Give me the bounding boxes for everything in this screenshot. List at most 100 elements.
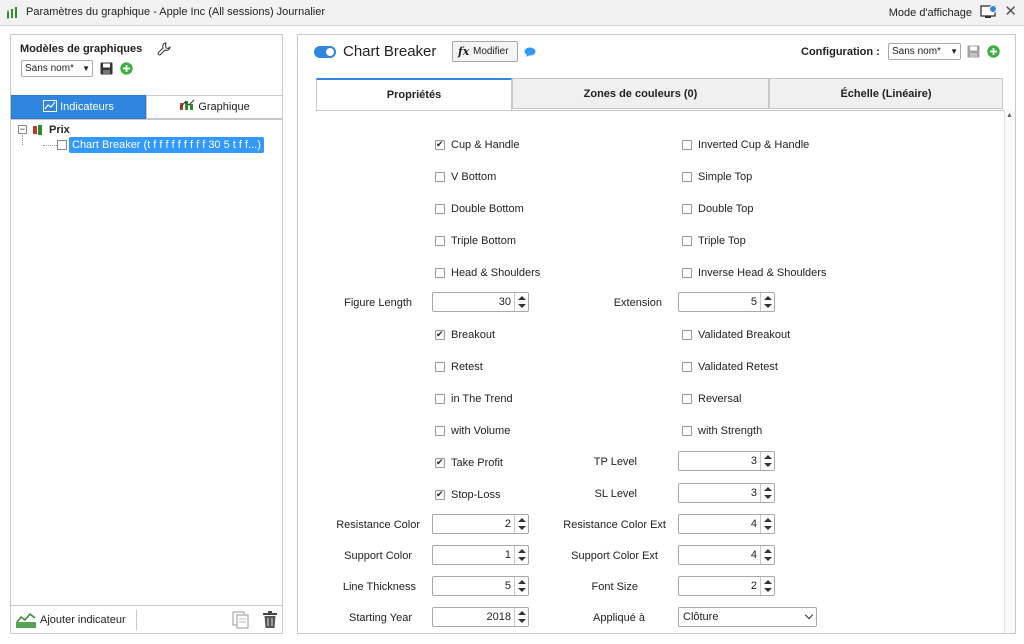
checkbox-label: Simple Top (698, 171, 753, 183)
checkbox-label: Retest (451, 361, 483, 373)
checkbox-box[interactable] (682, 140, 692, 150)
display-mode-icon[interactable] (980, 4, 998, 21)
tree-root-price[interactable]: Prix (49, 124, 70, 136)
tab-color-zones-label: Zones de couleurs (0) (583, 88, 698, 100)
spin-down-icon[interactable] (518, 619, 526, 623)
checkbox-box[interactable] (435, 362, 445, 372)
spin-up-icon[interactable] (518, 580, 526, 584)
tp-level-input[interactable]: 3 (678, 451, 775, 471)
spin-down-icon[interactable] (764, 557, 772, 561)
checkbox-box[interactable] (435, 236, 445, 246)
chat-bubble-icon[interactable] (524, 47, 536, 57)
spin-up-icon[interactable] (518, 611, 526, 615)
checkbox-box[interactable] (435, 139, 445, 150)
close-icon[interactable]: ✕ (1004, 4, 1017, 20)
add-indicator-button[interactable]: Ajouter indicateur (40, 614, 126, 626)
add-indicator-icon[interactable] (16, 612, 36, 628)
checkbox-box[interactable] (682, 426, 692, 436)
extension-label: Extension (613, 297, 662, 309)
copy-icon[interactable] (232, 611, 250, 629)
resistance-color-ext-input[interactable]: 4 (678, 514, 775, 534)
spin-down-icon[interactable] (764, 463, 772, 467)
checkbox-box[interactable] (435, 426, 445, 436)
support-color-label: Support Color (344, 550, 412, 562)
checkbox-label: Reversal (698, 393, 742, 405)
spin-down-icon[interactable] (518, 557, 526, 561)
spin-up-icon[interactable] (764, 296, 772, 300)
spin-down-icon[interactable] (518, 304, 526, 308)
spin-up-icon[interactable] (518, 549, 526, 553)
checkbox-box[interactable] (682, 268, 692, 278)
tree-item-chart-breaker[interactable]: Chart Breaker (t f f f f f f f f f 30 5 … (69, 137, 264, 153)
spin-down-icon[interactable] (518, 588, 526, 592)
spin-value: 2 (504, 518, 511, 530)
tab-indicators-label: Indicateurs (60, 101, 114, 113)
scroll-up-icon[interactable]: ▲ (1006, 112, 1013, 119)
spin-down-icon[interactable] (518, 526, 526, 530)
checkbox-box[interactable] (435, 172, 445, 182)
spin-value: 4 (750, 518, 757, 530)
spin-up-icon[interactable] (764, 518, 772, 522)
checkbox-label: Breakout (451, 329, 496, 341)
add-template-icon[interactable] (120, 62, 133, 75)
spin-down-icon[interactable] (764, 526, 772, 530)
checkbox-label: Cup & Handle (451, 139, 520, 151)
trash-icon[interactable] (262, 611, 278, 629)
configuration-select-value: Sans nom* (892, 46, 941, 57)
checkbox-box[interactable] (682, 172, 692, 182)
checkbox-box[interactable] (435, 329, 445, 340)
starting-year-input[interactable]: 2018 (432, 607, 529, 627)
modify-button[interactable]: fx Modifier (452, 41, 518, 62)
checkbox-box[interactable] (435, 204, 445, 214)
spin-up-icon[interactable] (764, 580, 772, 584)
save-icon[interactable] (967, 45, 980, 58)
right-panel: Chart Breaker fx Modifier Configuration … (297, 34, 1016, 634)
checkbox-box[interactable] (682, 204, 692, 214)
font-size-input[interactable]: 2 (678, 576, 775, 596)
support-color-ext-input[interactable]: 4 (678, 545, 775, 565)
spin-up-icon[interactable] (764, 549, 772, 553)
resistance-color-input[interactable]: 2 (432, 514, 529, 534)
spin-up-icon[interactable] (764, 455, 772, 459)
tp-level-label: TP Level (593, 456, 637, 468)
spin-down-icon[interactable] (764, 588, 772, 592)
spin-up-icon[interactable] (518, 296, 526, 300)
vertical-scrollbar[interactable]: ▲ (1004, 110, 1015, 633)
add-configuration-icon[interactable] (987, 45, 1000, 58)
checkbox-box[interactable] (682, 394, 692, 404)
tab-indicators[interactable]: Indicateurs (11, 95, 146, 119)
indicator-visibility-checkbox[interactable] (57, 140, 67, 150)
spin-value: 5 (750, 296, 757, 308)
collapse-icon[interactable]: − (18, 125, 27, 134)
configuration-select[interactable]: Sans nom* ▼ (888, 43, 961, 60)
save-icon[interactable] (100, 62, 113, 75)
checkbox-box[interactable] (682, 330, 692, 340)
checkbox-box[interactable] (682, 362, 692, 372)
tab-chart-label: Graphique (198, 101, 250, 113)
spin-up-icon[interactable] (764, 487, 772, 491)
checkbox-box[interactable] (682, 236, 692, 246)
support-color-input[interactable]: 1 (432, 545, 529, 565)
tab-chart[interactable]: Graphique (146, 95, 283, 119)
checkbox-label: with Strength (698, 425, 763, 437)
spin-down-icon[interactable] (764, 304, 772, 308)
tab-properties[interactable]: Propriétés (316, 78, 512, 110)
template-select[interactable]: Sans nom* ▼ (21, 60, 93, 77)
checkbox-box[interactable] (435, 268, 445, 278)
checkbox-box[interactable] (435, 457, 445, 468)
indicator-enabled-toggle[interactable] (314, 46, 336, 58)
tab-color-zones[interactable]: Zones de couleurs (0) (512, 78, 769, 109)
spin-buttons (760, 515, 774, 533)
tab-scale[interactable]: Échelle (Linéaire) (769, 78, 1003, 109)
checkbox-box[interactable] (435, 489, 445, 500)
checkbox-box[interactable] (435, 394, 445, 404)
spin-up-icon[interactable] (518, 518, 526, 522)
sl-level-input[interactable]: 3 (678, 483, 775, 503)
figure-length-input[interactable]: 30 (432, 292, 529, 312)
spin-down-icon[interactable] (764, 495, 772, 499)
wrench-icon[interactable] (157, 42, 171, 56)
support-color-ext-label: Support Color Ext (571, 550, 658, 562)
line-thickness-input[interactable]: 5 (432, 576, 529, 596)
extension-input[interactable]: 5 (678, 292, 775, 312)
applied-to-select[interactable]: Clôture (678, 607, 817, 627)
